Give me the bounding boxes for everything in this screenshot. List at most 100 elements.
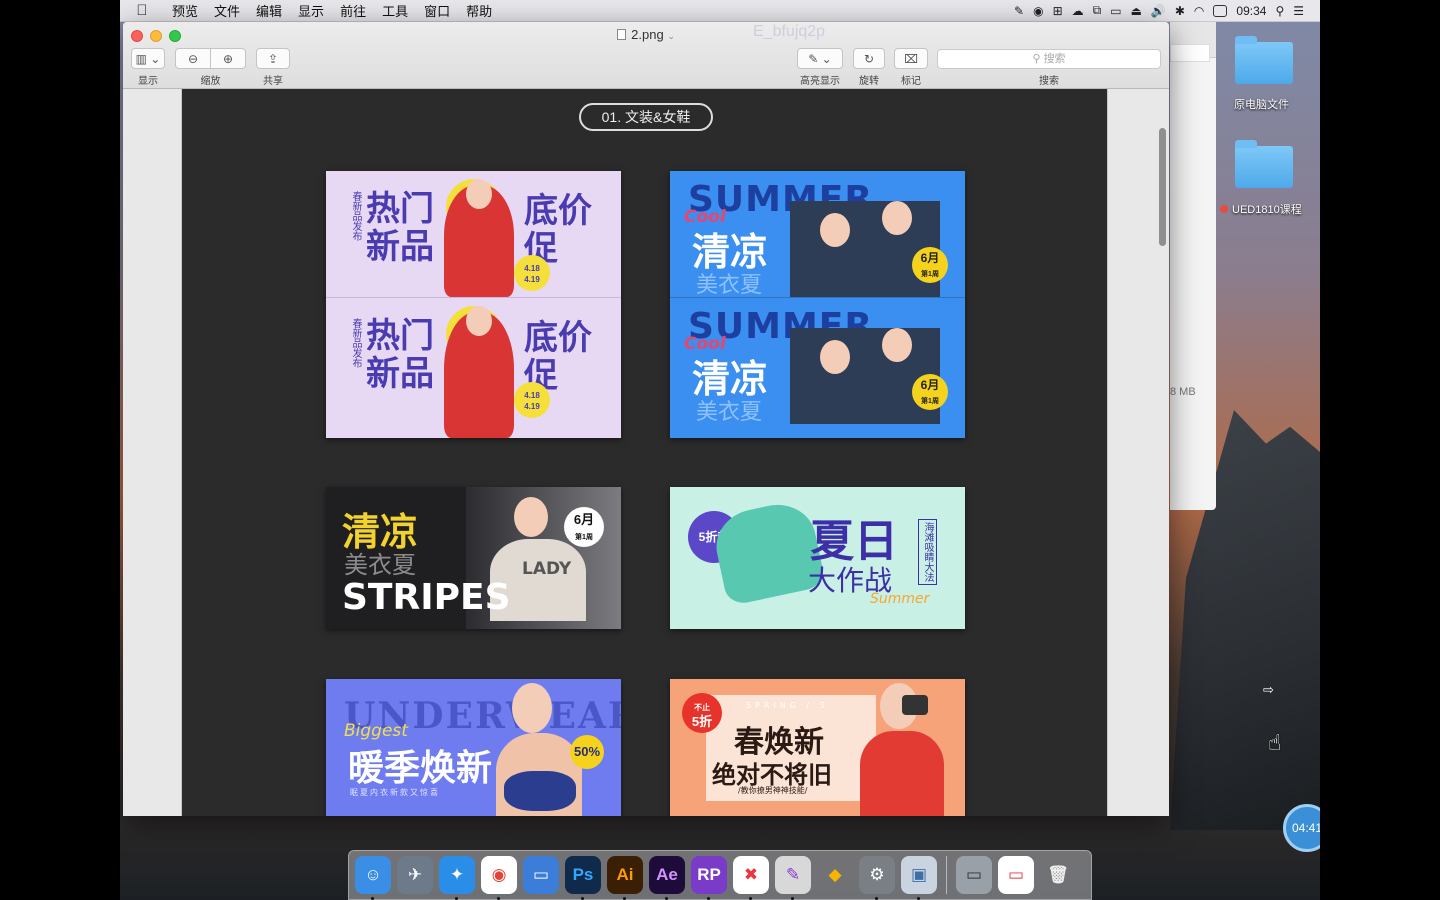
menu-file[interactable]: 文件 xyxy=(206,1,248,20)
banner-script-text: Biggest xyxy=(344,721,408,741)
background-window[interactable] xyxy=(1170,22,1216,510)
banner-headline-1: 热门 xyxy=(366,189,434,229)
menu-edit[interactable]: 编辑 xyxy=(248,1,290,20)
sidebar-toggle-button[interactable]: ▥ ⌄ xyxy=(131,48,165,69)
model-face xyxy=(882,201,912,235)
week-badge-month: 6月 xyxy=(573,512,595,527)
after-effects-icon[interactable]: Ae xyxy=(649,856,685,900)
banner-headline-1: 热门 xyxy=(366,316,434,356)
menu-help[interactable]: 帮助 xyxy=(458,1,500,20)
rotate-button[interactable]: ↻ xyxy=(853,48,885,69)
cloud-icon[interactable]: ☁ xyxy=(1072,4,1084,18)
menu-view[interactable]: 显示 xyxy=(290,1,332,20)
week-badge: 6月 第1周 xyxy=(912,374,948,410)
zoom-in-icon: ⊕ xyxy=(222,51,234,66)
menu-go[interactable]: 前往 xyxy=(332,1,374,20)
model-swimwear xyxy=(504,771,576,811)
week-badge-month: 6月 xyxy=(920,251,940,265)
preview-window: E_bfujq2p 2.png ⌄ ▥ ⌄ 显示 ⊖ ⊕ 缩放 ⇪ 共享 ✎ ⌄… xyxy=(123,22,1169,816)
zoom-out-button[interactable]: ⊖ xyxy=(175,48,211,69)
zoom-label: 缩放 xyxy=(200,76,221,87)
notification-center-icon[interactable]: ☰ xyxy=(1293,4,1304,18)
model-face xyxy=(514,497,548,537)
xmind-document-icon[interactable]: ▭ xyxy=(998,856,1034,894)
preview-icon[interactable]: ▣ xyxy=(901,856,937,900)
model-photo xyxy=(790,328,940,424)
model-face xyxy=(820,340,850,374)
airplay-icon[interactable]: ▭ xyxy=(1110,4,1121,18)
illustrator-icon[interactable]: Ai xyxy=(607,856,643,900)
banner-vertical-text: 春新品发布 xyxy=(350,318,361,368)
markup-button[interactable]: ⌧ xyxy=(894,48,928,69)
share-button[interactable]: ⇪ xyxy=(256,48,290,69)
highlight-button[interactable]: ✎ ⌄ xyxy=(797,48,843,69)
document-margin-left xyxy=(123,89,182,816)
folder-icon[interactable] xyxy=(1235,36,1293,84)
system-preferences-icon[interactable]: ⚙ xyxy=(859,856,895,900)
week-badge: 6月 第1周 xyxy=(912,247,948,283)
spotlight-icon[interactable]: ⚲ xyxy=(1275,4,1284,18)
desktop-folder-label[interactable]: UED1810课程 xyxy=(1220,201,1302,217)
banner-script-text: Summer xyxy=(870,591,930,607)
launchpad-icon[interactable]: ✈ xyxy=(397,856,433,894)
chrome-icon[interactable]: ◉ xyxy=(481,856,517,900)
desktop-folder-label[interactable]: 原电脑文件 xyxy=(1234,96,1289,112)
record-icon[interactable]: ◉ xyxy=(1033,4,1043,18)
apple-menu-icon[interactable]:  xyxy=(120,2,164,19)
banner-stripes-text: STRIPES xyxy=(342,577,511,618)
xmind-icon[interactable]: ✖ xyxy=(733,856,769,900)
search-placeholder: 搜索 xyxy=(1043,53,1066,65)
ps-document-icon[interactable]: ▭ xyxy=(956,856,992,894)
axure-rp-icon[interactable]: RP xyxy=(691,856,727,900)
banner-sub-text: 美衣夏 xyxy=(344,551,416,579)
hand-cursor-icon: ☝ xyxy=(1268,730,1282,755)
vertical-scrollbar[interactable] xyxy=(1159,128,1166,246)
banner-summer-battle[interactable]: 5折起 夏日 大作战 海滩吸睛大法 Summer xyxy=(670,487,965,629)
sweater-print-text: LADY xyxy=(522,559,572,579)
recording-timer[interactable]: 04:41 xyxy=(1283,804,1320,852)
zoom-out-icon: ⊖ xyxy=(187,51,199,66)
background-window-field[interactable] xyxy=(1170,44,1210,62)
banner-underwear[interactable]: UNDERWEAR Biggest 暖季焕新 眠夏内衣新款又惊喜 50% xyxy=(326,679,621,816)
clock[interactable]: 09:34 xyxy=(1236,4,1266,18)
model-face xyxy=(466,306,492,336)
pen-tool-icon[interactable]: ✎ xyxy=(1014,4,1024,18)
keynote-icon[interactable]: ▭ xyxy=(523,856,559,894)
image-canvas[interactable]: 01. 文装&女鞋 热门 新品 底价 促 春新品发布 4.18 4.19 热门 … xyxy=(182,89,1107,816)
sketch-icon[interactable]: ◆ xyxy=(817,856,853,894)
discount-badge: 不止 5折 xyxy=(682,693,722,733)
discount-badge: 50% xyxy=(570,735,604,769)
desktop-folder-label-text: UED1810课程 xyxy=(1232,204,1302,216)
folder-icon[interactable] xyxy=(1235,140,1293,188)
banner-vertical-text: 海滩吸睛大法 xyxy=(918,519,937,585)
photoshop-icon[interactable]: Ps xyxy=(565,856,601,900)
banner-summer-cool[interactable]: SUMMER Cool 清凉 美衣夏 6月 第1周 SUMMER Cool 清凉 … xyxy=(670,171,965,438)
usb-tool-icon[interactable]: ✎ xyxy=(775,856,811,900)
dock: ☺ ✈ ✦ ◉ ▭ Ps Ai Ae RP ✖ ✎ ◆ ⚙ ▣ ▭ ▭ 🗑 xyxy=(348,850,1092,900)
banner-main-text: 暖季焕新 xyxy=(348,747,493,789)
search-input[interactable]: ⚲ 搜索 xyxy=(937,49,1161,69)
camera-image xyxy=(902,695,928,715)
windows-icon[interactable]: ⧉ xyxy=(1093,3,1102,18)
sync-app-icon[interactable] xyxy=(1213,4,1228,17)
trash-icon[interactable]: 🗑 xyxy=(1040,856,1076,894)
banner-new-arrivals[interactable]: 热门 新品 底价 促 春新品发布 4.18 4.19 热门 新品 底价 促 春新… xyxy=(326,171,621,438)
volume-icon[interactable]: 🔊 xyxy=(1151,4,1166,18)
menu-tools[interactable]: 工具 xyxy=(374,1,416,20)
menu-preview[interactable]: 预览 xyxy=(164,1,206,20)
banner-spring-renew[interactable]: SPRING / S 不止 5折 春焕新 绝对不将旧 /教你撩男神神技能/ xyxy=(670,679,965,816)
finder-icon[interactable]: ☺ xyxy=(355,856,391,900)
safari-icon[interactable]: ✦ xyxy=(439,856,475,900)
zoom-in-button[interactable]: ⊕ xyxy=(210,48,246,69)
eject-icon[interactable]: ⏏ xyxy=(1131,4,1142,18)
window-titlebar: E_bfujq2p 2.png ⌄ ▥ ⌄ 显示 ⊖ ⊕ 缩放 ⇪ 共享 ✎ ⌄… xyxy=(123,22,1169,89)
bluetooth-icon[interactable]: ✱ xyxy=(1175,4,1185,18)
status-menus: ✎ ◉ ⊞ ☁ ⧉ ▭ ⏏ 🔊 ✱ ◠ 09:34 ⚲ ☰ xyxy=(1014,3,1320,18)
banner-stripes[interactable]: LADY 清凉 美衣夏 STRIPES 6月 第1周 xyxy=(326,487,621,629)
wifi-icon[interactable]: ◠ xyxy=(1194,4,1204,18)
grid-icon[interactable]: ⊞ xyxy=(1053,4,1063,18)
banner-divider xyxy=(326,297,621,298)
document-icon xyxy=(617,29,627,40)
menu-window[interactable]: 窗口 xyxy=(416,1,458,20)
window-title[interactable]: 2.png ⌄ xyxy=(123,27,1169,42)
